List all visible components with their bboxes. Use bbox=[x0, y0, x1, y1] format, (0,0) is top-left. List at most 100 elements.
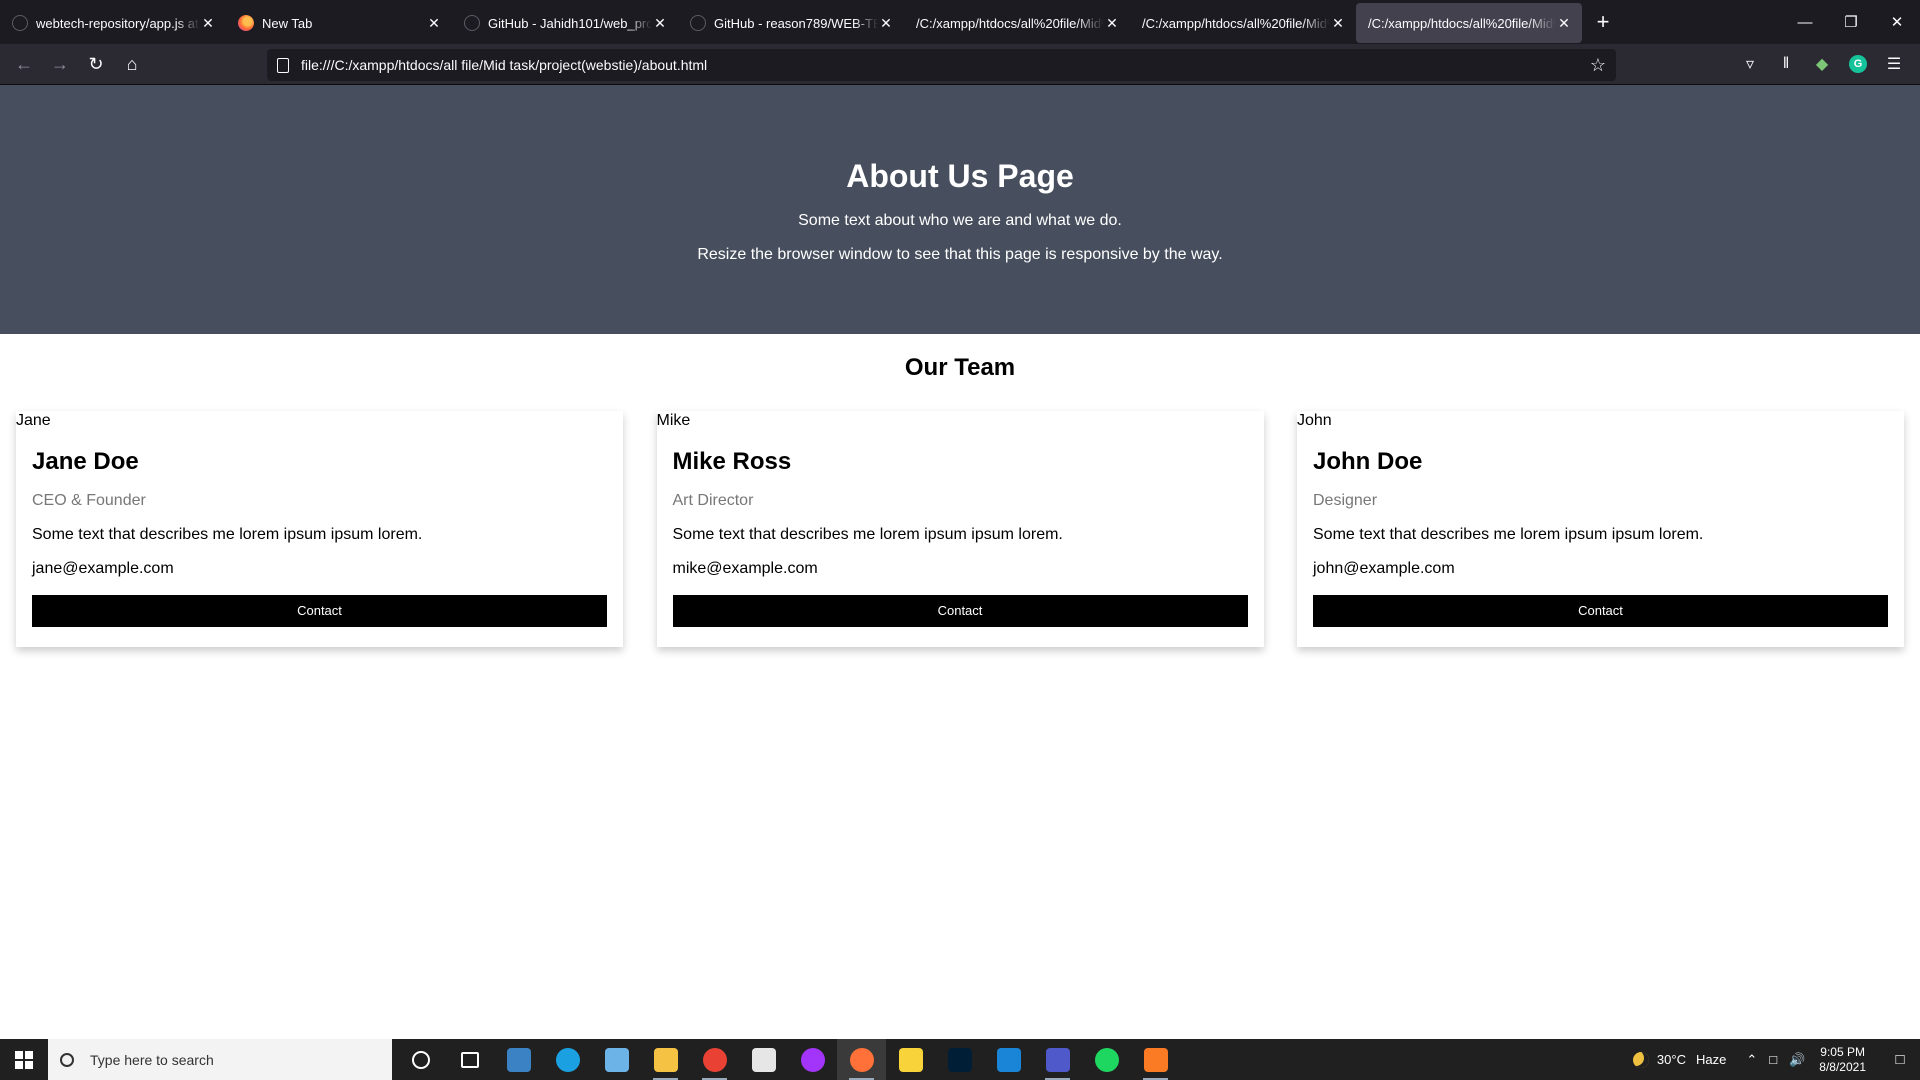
tab-close-icon[interactable]: ✕ bbox=[200, 15, 216, 32]
url-text[interactable]: file:///C:/xampp/htdocs/all file/Mid tas… bbox=[301, 57, 1590, 73]
address-bar[interactable]: file:///C:/xampp/htdocs/all file/Mid tas… bbox=[267, 49, 1616, 81]
tab-title: /C:/xampp/htdocs/all%20file/Mid% bbox=[1368, 15, 1556, 31]
tab-title: /C:/xampp/htdocs/all%20file/Mid% bbox=[1142, 15, 1330, 31]
taskbar-search-box[interactable]: Type here to search bbox=[48, 1039, 392, 1080]
start-button[interactable] bbox=[0, 1039, 48, 1080]
tab-title: webtech-repository/app.js at 17 bbox=[36, 15, 200, 31]
reload-icon[interactable]: ↻ bbox=[78, 48, 114, 80]
browser-tab[interactable]: GitHub - Jahidh101/web_project✕ bbox=[452, 3, 678, 43]
tab-close-icon[interactable]: ✕ bbox=[1104, 15, 1120, 32]
forward-arrow-icon[interactable]: → bbox=[42, 48, 78, 80]
app-glyph bbox=[947, 1047, 972, 1072]
tab-title: GitHub - reason789/WEB-TECH bbox=[714, 15, 878, 31]
vscode-icon[interactable] bbox=[984, 1039, 1033, 1080]
tab-close-icon[interactable]: ✕ bbox=[878, 15, 894, 32]
window-controls: — ❐ ✕ bbox=[1782, 0, 1920, 44]
app-glyph bbox=[555, 1047, 580, 1072]
restore-icon[interactable]: ❐ bbox=[1828, 0, 1874, 44]
weather-temp: 30°C bbox=[1656, 1052, 1686, 1067]
weather-widget[interactable]: 30°C Haze bbox=[1632, 1051, 1726, 1068]
task-view-icon[interactable] bbox=[445, 1039, 494, 1080]
github-icon bbox=[12, 15, 28, 31]
back-arrow-icon[interactable]: ← bbox=[6, 48, 42, 80]
app-icon-2[interactable] bbox=[592, 1039, 641, 1080]
spotify-icon[interactable] bbox=[1082, 1039, 1131, 1080]
grammarly-icon[interactable]: G bbox=[1849, 55, 1867, 73]
edge-icon[interactable] bbox=[543, 1039, 592, 1080]
page-content: About Us Page Some text about who we are… bbox=[0, 85, 1920, 1039]
team-card: Jane Jane Doe CEO & Founder Some text th… bbox=[16, 411, 623, 647]
notification-icon[interactable]: □ bbox=[1880, 1039, 1920, 1080]
home-icon[interactable]: ⌂ bbox=[114, 48, 150, 80]
messenger-icon[interactable] bbox=[788, 1039, 837, 1080]
member-name: Mike Ross bbox=[672, 448, 792, 475]
tab-close-icon[interactable]: ✕ bbox=[1556, 15, 1572, 32]
file-explorer-icon[interactable] bbox=[641, 1039, 690, 1080]
github-icon bbox=[690, 15, 706, 31]
moon-icon bbox=[1632, 1051, 1649, 1068]
tab-close-icon[interactable]: ✕ bbox=[1330, 15, 1346, 32]
clock-time: 9:05 PM bbox=[1820, 1044, 1865, 1059]
app-icon-1[interactable] bbox=[494, 1039, 543, 1080]
contact-button[interactable]: Contact bbox=[672, 595, 1248, 627]
app-glyph bbox=[653, 1047, 678, 1072]
tab-title: GitHub - Jahidh101/web_project bbox=[488, 15, 652, 31]
page-title: About Us Page bbox=[846, 158, 1074, 194]
search-placeholder: Type here to search bbox=[90, 1051, 214, 1068]
firefox-icon bbox=[238, 15, 254, 31]
chevron-up-icon[interactable]: ⌃ bbox=[1746, 1052, 1757, 1068]
team-card: Mike Mike Ross Art Director Some text th… bbox=[656, 411, 1264, 647]
minimize-icon[interactable]: — bbox=[1782, 0, 1828, 44]
firefox-icon[interactable] bbox=[837, 1039, 886, 1080]
team-card: John John Doe Designer Some text that de… bbox=[1297, 411, 1904, 647]
app-glyph bbox=[604, 1047, 629, 1072]
page-icon bbox=[277, 57, 289, 73]
member-name: Jane Doe bbox=[32, 448, 139, 475]
pocket-icon[interactable]: ▿ bbox=[1732, 48, 1768, 80]
browser-tab[interactable]: /C:/xampp/htdocs/all%20file/Mid% ✕ bbox=[1356, 3, 1582, 43]
contact-button[interactable]: Contact bbox=[1313, 595, 1888, 627]
app-glyph bbox=[1143, 1047, 1168, 1072]
network-icon[interactable]: □ bbox=[1769, 1052, 1777, 1067]
profile-image-alt: Jane bbox=[16, 412, 51, 429]
clock-date: 8/8/2021 bbox=[1819, 1059, 1866, 1074]
xampp-icon[interactable] bbox=[1131, 1039, 1180, 1080]
windows-taskbar: Type here to search 30°C Haze ⌃ □ 🔊 9:05… bbox=[0, 1039, 1920, 1080]
app-glyph bbox=[996, 1047, 1021, 1072]
contact-button[interactable]: Contact bbox=[32, 595, 607, 627]
github-icon bbox=[464, 15, 480, 31]
member-description: Some text that describes me lorem ipsum … bbox=[32, 526, 423, 543]
taskbar-apps bbox=[396, 1039, 1180, 1080]
member-role: Designer bbox=[1313, 492, 1378, 509]
app-glyph bbox=[411, 1050, 430, 1069]
profile-image-alt: Mike bbox=[656, 412, 691, 429]
photoshop-icon[interactable] bbox=[935, 1039, 984, 1080]
search-icon bbox=[60, 1052, 74, 1067]
tab-close-icon[interactable]: ✕ bbox=[426, 15, 442, 32]
browser-tab[interactable]: GitHub - reason789/WEB-TECH✕ bbox=[678, 3, 904, 43]
browser-tab[interactable]: /C:/xampp/htdocs/all%20file/Mid% ✕ bbox=[1130, 3, 1356, 43]
browser-tab[interactable]: New Tab ✕ bbox=[226, 3, 452, 43]
toolbar-extensions: ▿ ‖ ◆ G ☰ bbox=[1732, 48, 1912, 80]
volume-icon[interactable]: 🔊 bbox=[1789, 1052, 1805, 1068]
teams-icon[interactable] bbox=[1033, 1039, 1082, 1080]
sticky-notes-icon[interactable] bbox=[886, 1039, 935, 1080]
member-name: John Doe bbox=[1313, 448, 1423, 475]
browser-tab[interactable]: webtech-repository/app.js at 17 ✕ bbox=[0, 3, 226, 43]
navigation-toolbar: ← → ↻ ⌂ file:///C:/xampp/htdocs/all file… bbox=[0, 44, 1920, 85]
app-glyph bbox=[702, 1047, 727, 1072]
tab-close-icon[interactable]: ✕ bbox=[652, 15, 668, 32]
bookmark-star-icon[interactable]: ☆ bbox=[1590, 55, 1606, 76]
extension-icon[interactable]: ◆ bbox=[1804, 48, 1840, 80]
clock[interactable]: 9:05 PM 8/8/2021 bbox=[1819, 1045, 1866, 1075]
member-email: jane@example.com bbox=[32, 560, 174, 577]
store-icon[interactable] bbox=[739, 1039, 788, 1080]
menu-icon[interactable]: ☰ bbox=[1876, 48, 1912, 80]
cortana-icon[interactable] bbox=[396, 1039, 445, 1080]
browser-tab[interactable]: /C:/xampp/htdocs/all%20file/Mid% ✕ bbox=[904, 3, 1130, 43]
close-window-icon[interactable]: ✕ bbox=[1874, 0, 1920, 44]
profile-image-alt: John bbox=[1297, 412, 1332, 429]
library-icon[interactable]: ‖ bbox=[1768, 48, 1804, 80]
chrome-icon[interactable] bbox=[690, 1039, 739, 1080]
new-tab-button[interactable]: + bbox=[1586, 5, 1620, 39]
